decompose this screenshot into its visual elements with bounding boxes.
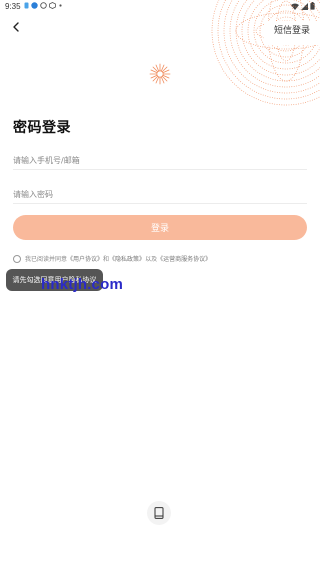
phone-field-container: [13, 148, 307, 171]
status-time: 9:35: [5, 2, 21, 11]
cube-app-icon: [49, 2, 56, 9]
phone-device-icon: [154, 507, 164, 519]
page-title: 密码登录: [13, 120, 71, 136]
decorative-pattern: [211, 0, 320, 106]
status-notification-icons: [24, 2, 63, 9]
chevron-left-icon: [13, 22, 19, 32]
agreement-row: 我已阅读并同意《用户协议》和《隐私政策》以及《运营商服务协议》: [13, 254, 313, 263]
agreement-checkbox[interactable]: [13, 254, 21, 263]
notification-icon: [24, 2, 29, 9]
watermark-text: hnktjh.com: [41, 276, 124, 293]
privacy-policy-link[interactable]: 《隐私政策》: [109, 256, 145, 263]
sms-login-link[interactable]: 短信登录: [274, 23, 310, 36]
dot-icon: [59, 4, 62, 7]
password-field-container: [13, 182, 307, 205]
agreement-text: 我已阅读并同意《用户协议》和《隐私政策》以及《运营商服务协议》: [25, 254, 211, 263]
circle-app-icon: [40, 2, 47, 9]
agreement-mid: 以及: [145, 256, 158, 263]
telecom-agreement-link[interactable]: 《运营商服务协议》: [157, 256, 211, 263]
back-button[interactable]: [8, 19, 24, 35]
login-button[interactable]: 登录: [13, 215, 307, 240]
phone-email-input[interactable]: [13, 150, 307, 171]
agreement-prefix: 我已阅读并同意: [25, 256, 68, 263]
app-logo: [149, 63, 171, 85]
password-input[interactable]: [13, 184, 307, 205]
user-agreement-link[interactable]: 《用户协议》: [67, 256, 103, 263]
one-click-login-button[interactable]: [147, 501, 171, 525]
blue-app-icon: [31, 2, 38, 9]
